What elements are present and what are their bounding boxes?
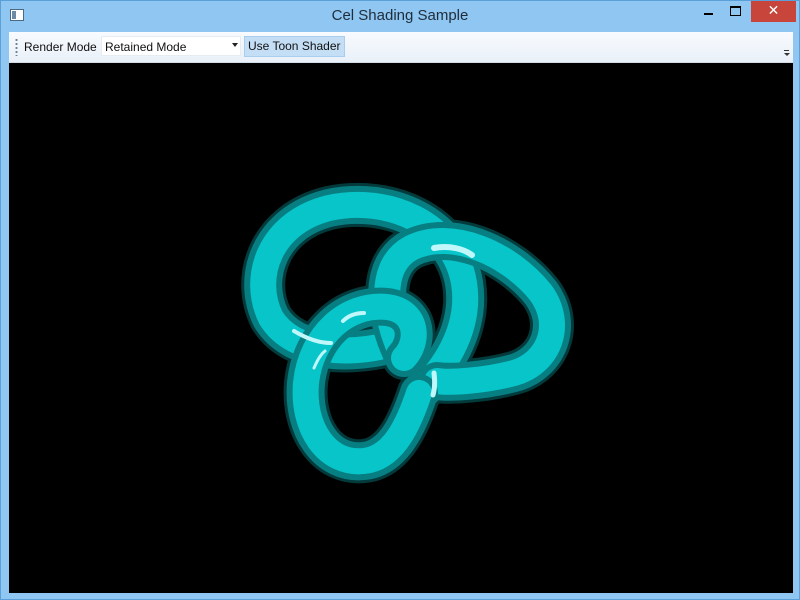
toolbar-overflow-icon[interactable] bbox=[782, 49, 792, 59]
title-bar[interactable]: Cel Shading Sample ✕ bbox=[1, 1, 799, 32]
specular-highlight bbox=[430, 370, 438, 398]
render-mode-label: Render Mode bbox=[24, 40, 97, 54]
maximize-icon bbox=[730, 6, 741, 16]
3d-viewport[interactable] bbox=[9, 63, 793, 593]
minimize-icon bbox=[703, 13, 713, 15]
toolbar: Render Mode Retained Mode Use Toon Shade… bbox=[9, 32, 793, 63]
toolbar-grip-handle[interactable] bbox=[15, 38, 18, 56]
use-toon-shader-toggle[interactable]: Use Toon Shader bbox=[244, 36, 345, 57]
app-window: Cel Shading Sample ✕ Render Mode Retaine… bbox=[0, 0, 800, 600]
dropdown-arrow-icon bbox=[232, 43, 238, 47]
minimize-button[interactable] bbox=[695, 1, 721, 22]
close-button[interactable]: ✕ bbox=[751, 1, 796, 22]
render-mode-select[interactable]: Retained Mode bbox=[101, 36, 241, 56]
render-mode-value: Retained Mode bbox=[105, 40, 187, 54]
close-icon: ✕ bbox=[767, 2, 780, 18]
knot-render bbox=[241, 182, 574, 484]
window-title: Cel Shading Sample bbox=[331, 7, 469, 24]
maximize-button[interactable] bbox=[722, 1, 749, 22]
